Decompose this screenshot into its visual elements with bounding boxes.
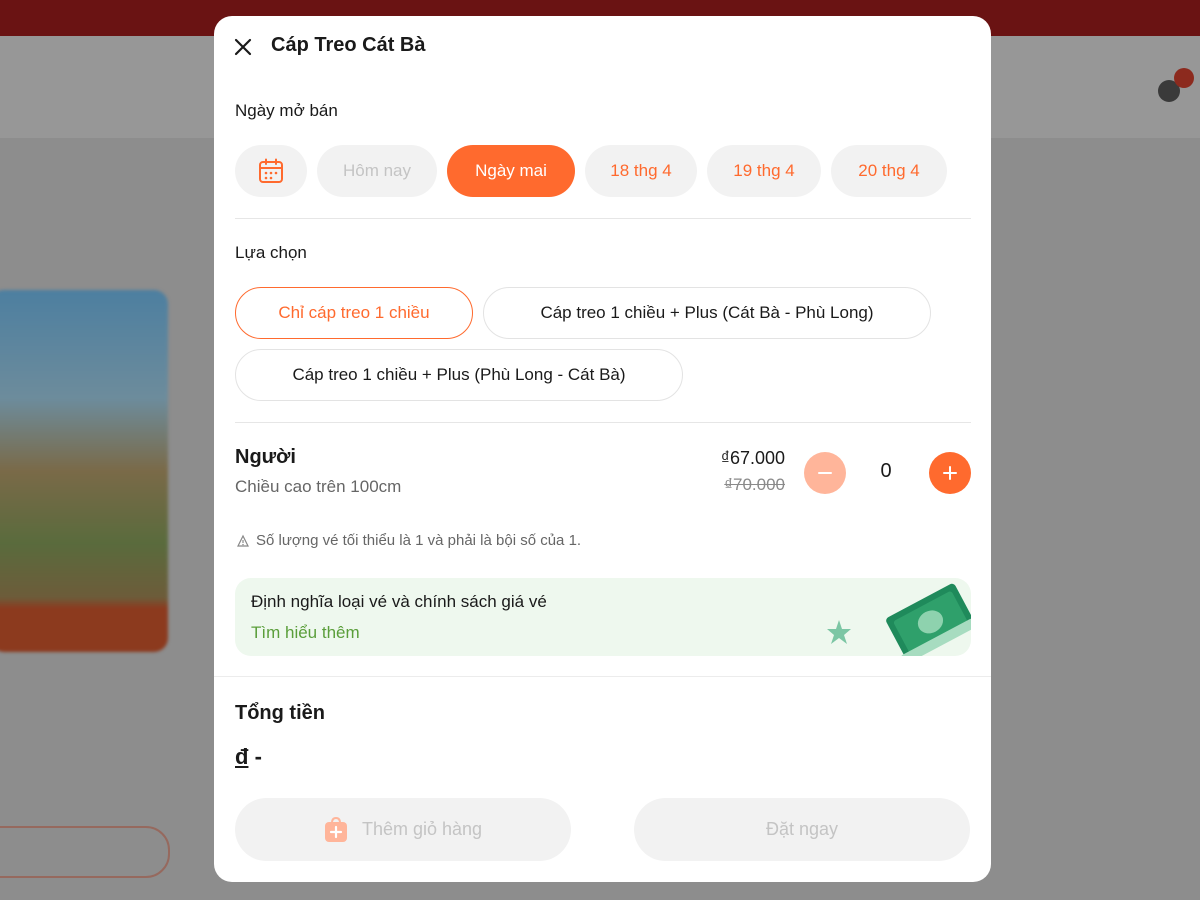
date-chip-today[interactable]: Hôm nay (317, 145, 437, 197)
plus-icon (943, 466, 957, 480)
background-button (0, 826, 170, 878)
total-amount: đ - (235, 744, 262, 770)
date-chip-tomorrow[interactable]: Ngày mai (447, 145, 575, 197)
quantity-increase-button[interactable] (929, 452, 971, 494)
close-icon (234, 38, 252, 56)
modal-title: Cáp Treo Cát Bà (271, 34, 426, 56)
close-button[interactable] (230, 34, 256, 60)
option-one-way-plus-catba-phulong[interactable]: Cáp treo 1 chiều + Plus (Cát Bà - Phù Lo… (483, 287, 931, 339)
date-chip-18[interactable]: 18 thg 4 (585, 145, 697, 197)
cart-add-icon (324, 816, 347, 842)
ticket-illustration (827, 583, 971, 656)
ticket-original-price: ₫70.000 (724, 475, 785, 494)
quantity-decrease-button[interactable] (804, 452, 846, 494)
date-chip-19[interactable]: 19 thg 4 (707, 145, 821, 197)
ticket-price: ₫67.000 (720, 448, 785, 468)
quantity-value: 0 (880, 460, 892, 482)
ticket-policy-banner: Định nghĩa loại vé và chính sách giá vé … (235, 578, 971, 656)
ticket-policy-title: Định nghĩa loại vé và chính sách giá vé (251, 592, 547, 611)
total-label: Tổng tiền (235, 702, 325, 724)
info-icon (237, 534, 249, 547)
divider (235, 218, 971, 219)
add-to-cart-button[interactable]: Thêm giỏ hàng (235, 798, 571, 861)
background-card-image (0, 290, 168, 652)
book-now-button[interactable]: Đặt ngay (634, 798, 970, 861)
divider (235, 422, 971, 423)
background-cart-badge (1174, 68, 1194, 88)
option-section-label: Lựa chọn (235, 243, 307, 262)
booking-modal: Cáp Treo Cát Bà Ngày mở bán Hôm nay Ngày… (214, 16, 991, 882)
minus-icon (818, 472, 832, 474)
date-section-label: Ngày mở bán (235, 101, 338, 120)
quantity-note: Số lượng vé tối thiểu là 1 và phải là bộ… (235, 532, 581, 549)
add-to-cart-label: Thêm giỏ hàng (361, 819, 483, 839)
modal-header: Cáp Treo Cát Bà (214, 16, 991, 78)
total-currency: đ (235, 744, 249, 769)
quantity-note-text: Số lượng vé tối thiểu là 1 và phải là bộ… (256, 532, 582, 549)
total-value: - (254, 744, 262, 769)
calendar-icon (259, 158, 283, 183)
ticket-type-name: Người (235, 446, 296, 468)
learn-more-link[interactable]: Tìm hiểu thêm (251, 623, 360, 643)
option-one-way-plus-phulong-catba[interactable]: Cáp treo 1 chiều + Plus (Phù Long - Cát … (235, 349, 683, 401)
option-one-way[interactable]: Chỉ cáp treo 1 chiều (235, 287, 473, 339)
date-chip-20[interactable]: 20 thg 4 (831, 145, 947, 197)
calendar-button[interactable] (235, 145, 307, 197)
footer-divider (214, 676, 991, 677)
ticket-type-description: Chiều cao trên 100cm (235, 477, 402, 496)
